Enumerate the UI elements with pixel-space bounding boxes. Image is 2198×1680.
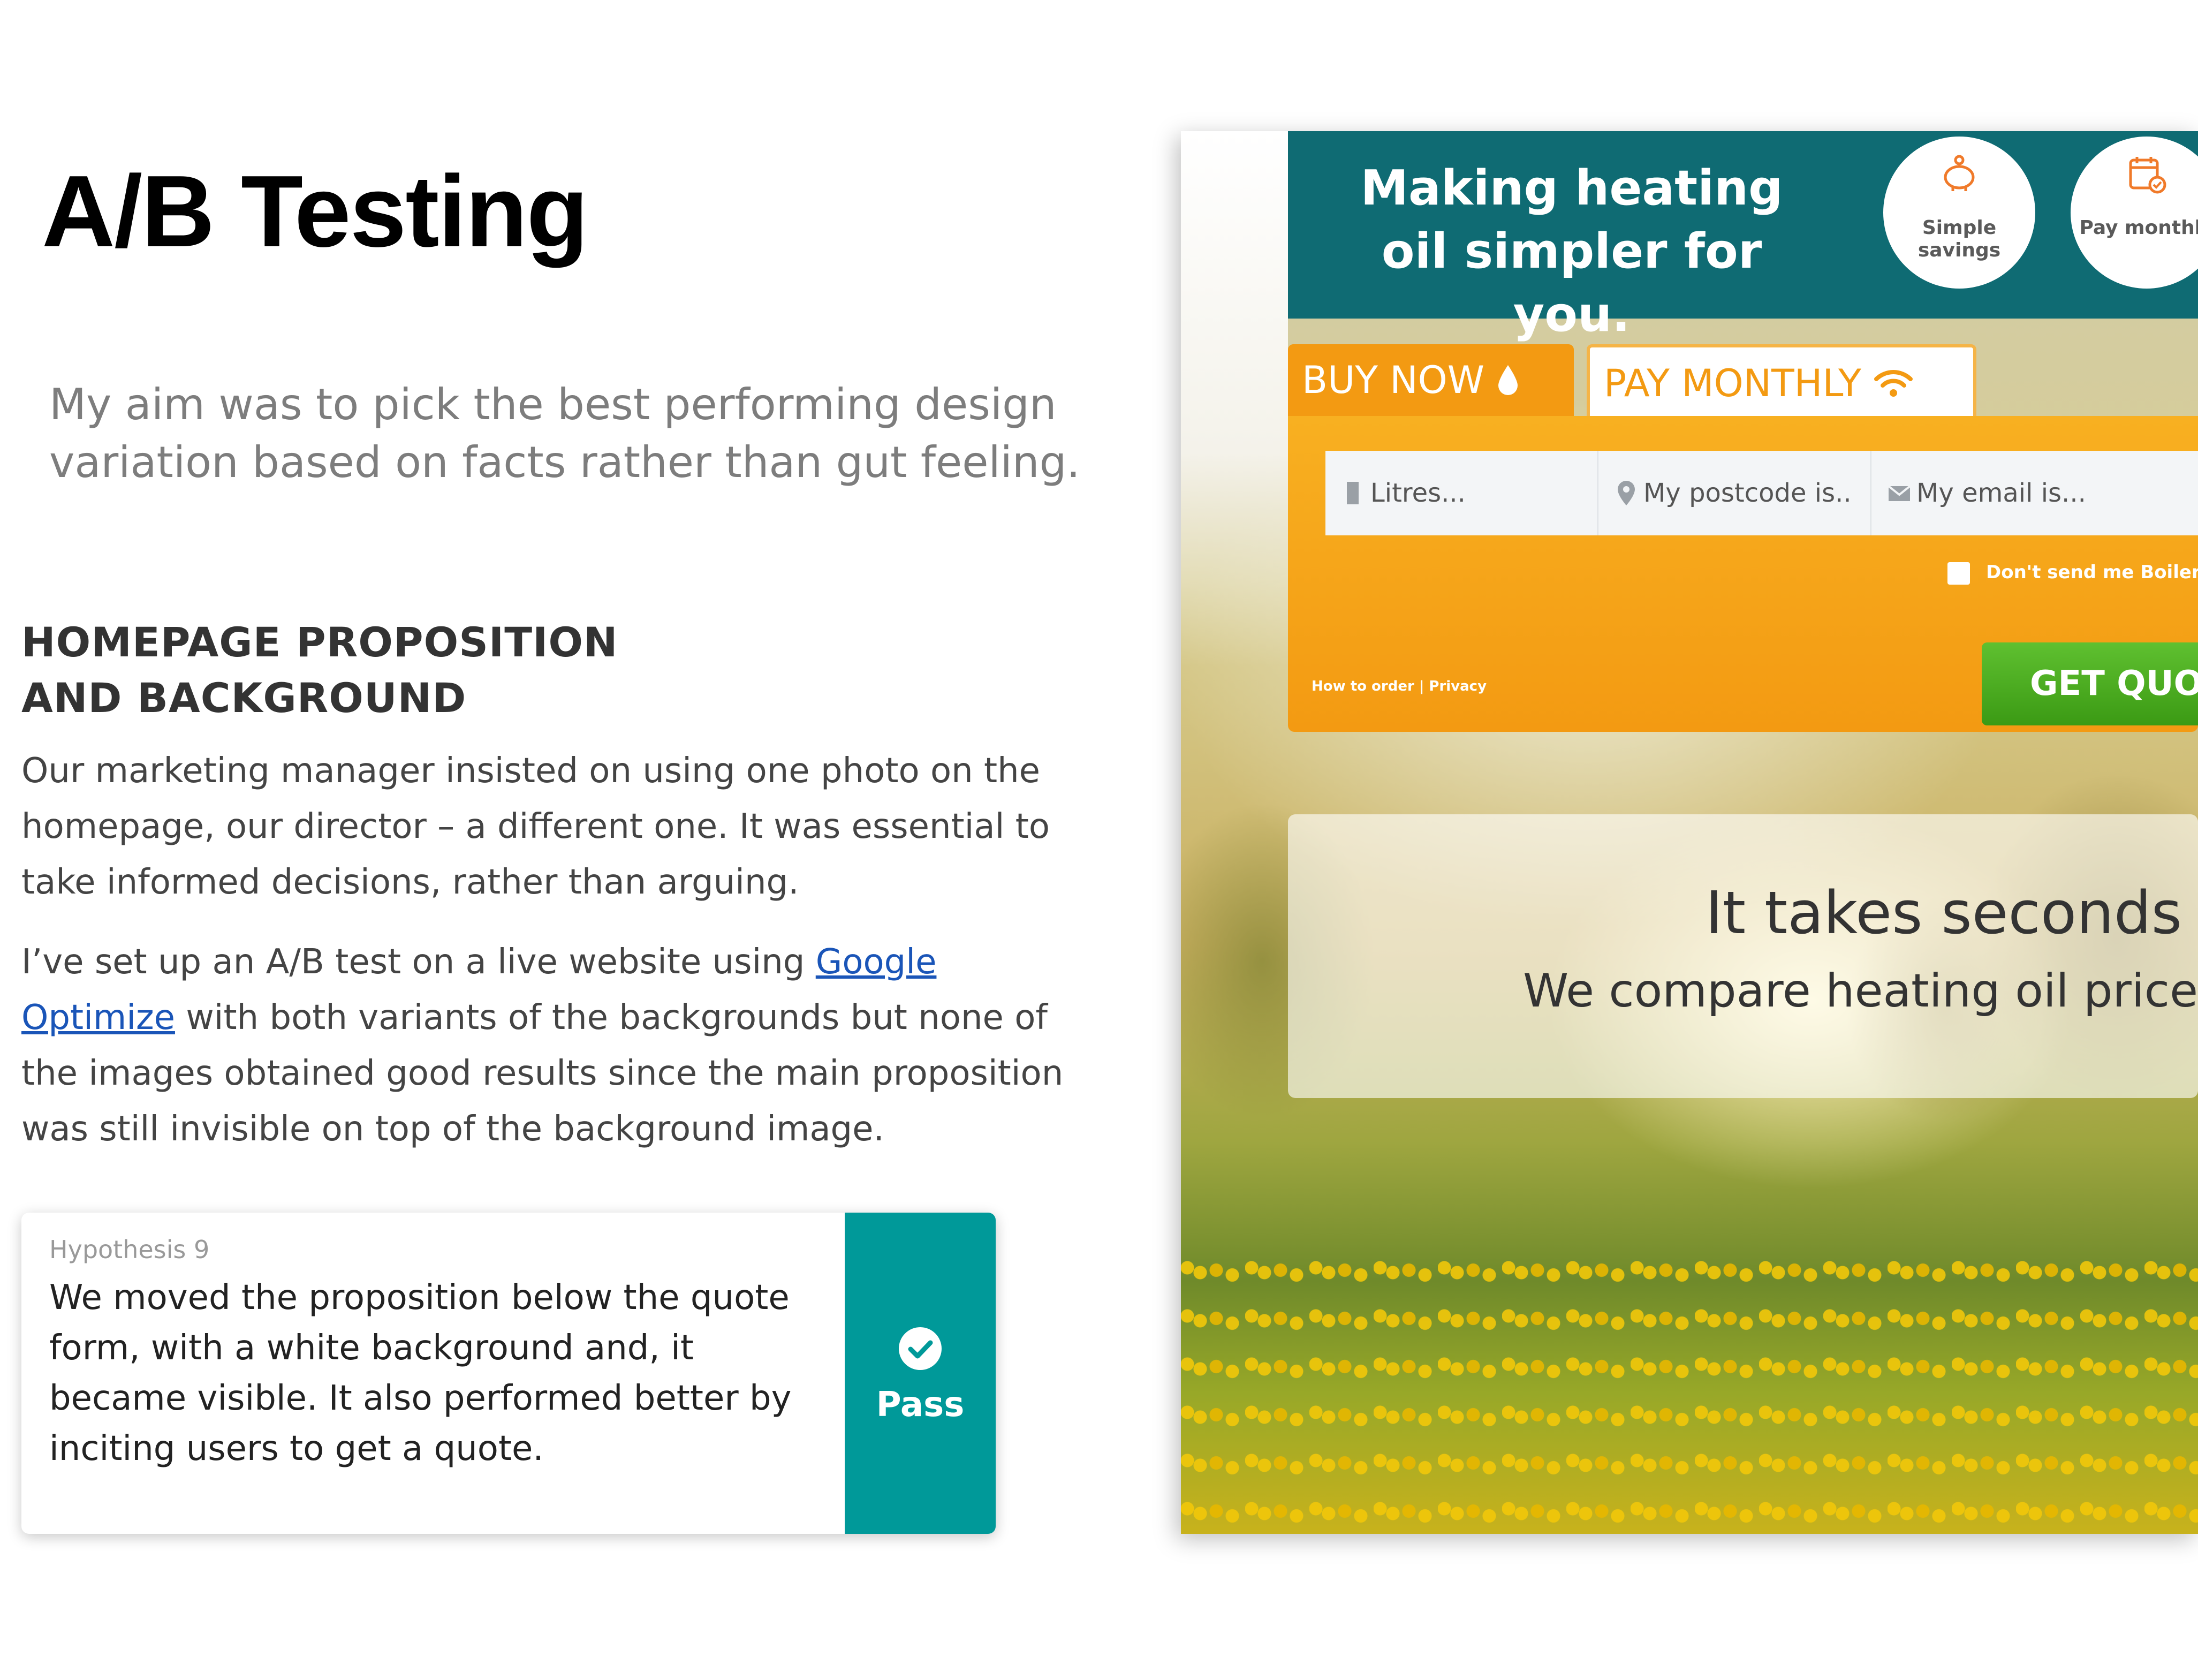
background-edge [1181, 131, 1288, 667]
badge-simple-savings-label: Simple savings [1917, 217, 2001, 261]
tab-pay-monthly-label: PAY MONTHLY [1604, 361, 1861, 405]
opt-out-label: Don't send me Boilerj [1986, 562, 2198, 583]
banner-headline: Making heating oil simpler for you. [1360, 160, 1783, 343]
tab-pay-monthly[interactable]: PAY MONTHLY [1587, 344, 1976, 416]
litres-input[interactable]: Litres... [1325, 451, 1598, 535]
get-quote-button[interactable]: GET QUO [1982, 642, 2198, 725]
opt-out-checkbox[interactable] [1947, 562, 1970, 585]
postcode-placeholder: My postcode is.. [1643, 478, 1852, 508]
hypothesis-text: We moved the proposition below the quote… [49, 1278, 792, 1469]
paragraph-text-before: I’ve set up an A/B test on a live websit… [21, 942, 816, 982]
tab-buy-now-label: BUY NOW [1302, 358, 1484, 402]
check-circle-icon [899, 1327, 942, 1370]
wifi-icon [1874, 370, 1913, 397]
oil-tank-icon [1347, 482, 1359, 504]
litres-placeholder: Litres... [1370, 478, 1466, 508]
email-placeholder: My email is... [1916, 478, 2086, 508]
postcode-input[interactable]: My postcode is.. [1598, 451, 1871, 535]
paragraph-background: Our marketing manager insisted on using … [21, 751, 1050, 902]
hypothesis-status: Pass [845, 1213, 996, 1534]
envelope-icon [1888, 485, 1911, 501]
proposition-title: It takes seconds [1705, 879, 2182, 947]
calendar-check-icon [2129, 157, 2166, 194]
paragraph-ab-test: I’ve set up an A/B test on a live websit… [21, 934, 1092, 1157]
hypothesis-card: Hypothesis 9 We moved the proposition be… [21, 1213, 996, 1534]
paragraph-text-after: with both variants of the backgrounds bu… [21, 998, 1064, 1149]
piggy-bank-icon [1944, 155, 1975, 191]
location-pin-icon [1618, 481, 1635, 505]
website-screenshot: Making heating oil simpler for you. Simp… [1181, 131, 2198, 1534]
proposition-subtitle: We compare heating oil price [1523, 964, 2198, 1018]
tab-buy-now[interactable]: BUY NOW [1288, 344, 1574, 416]
section-heading: HOMEPAGE PROPOSITION AND BACKGROUND [21, 618, 618, 722]
intro-text: My aim was to pick the best performing d… [49, 380, 1080, 487]
badge-pay-monthly-label: Pay monthly [2079, 217, 2198, 239]
hypothesis-label: Hypothesis 9 [49, 1235, 210, 1264]
badge-simple-savings: Simple savings [1883, 137, 2035, 289]
drop-icon [1498, 365, 1518, 395]
background-flowers [1181, 1234, 2198, 1534]
badge-pay-monthly: Pay monthly [2071, 137, 2198, 289]
status-label: Pass [876, 1385, 965, 1425]
page-title: A/B Testing [42, 155, 588, 268]
proposition-box: It takes seconds We compare heating oil … [1288, 814, 2198, 1098]
quote-form: Litres... My postcode is.. My email is..… [1288, 416, 2198, 732]
form-links[interactable]: How to order | Privacy [1312, 678, 1487, 694]
marketing-opt-out[interactable]: Don't send me Boilerj [1947, 562, 2198, 585]
header-banner: Making heating oil simpler for you. Simp… [1288, 131, 2198, 343]
email-input[interactable]: My email is... [1871, 451, 2198, 535]
